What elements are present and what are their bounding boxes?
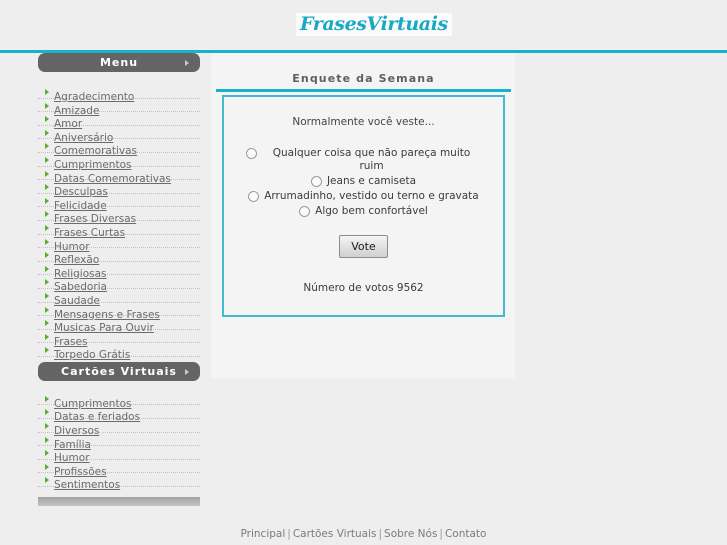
radio-button-icon[interactable] (248, 191, 260, 202)
arrow-right-icon (45, 347, 49, 354)
sidebar-item-cumprimentos[interactable]: Cumprimentos (38, 153, 200, 171)
arrow-right-icon (45, 156, 49, 163)
sidebar-item-sabedoria[interactable]: Sabedoria (38, 275, 200, 293)
arrow-right-icon (45, 279, 49, 286)
sidebar-item-felicidade[interactable]: Felicidade (38, 194, 200, 212)
sidebar-item-mensagens-e-frases[interactable]: Mensagens e Frases (38, 303, 200, 321)
sidebar-item-musicas-para-ouvir[interactable]: Musicas Para Ouvir (38, 316, 200, 334)
arrow-right-icon (45, 211, 49, 218)
site-logo[interactable]: FrasesVirtuais (296, 13, 452, 36)
sidebar-item-frases-curtas[interactable]: Frases Curtas (38, 221, 200, 239)
arrow-right-icon (45, 224, 49, 231)
sidebar-item-cumprimentos[interactable]: Cumprimentos (38, 392, 200, 410)
sidebar-header-cards-label: Cartões Virtuais (61, 364, 177, 378)
sidebar-item-humor[interactable]: Humor (38, 235, 200, 253)
arrow-right-icon (45, 265, 49, 272)
poll-box: Normalmente você veste... Qualquer coisa… (222, 95, 505, 317)
sidebar-item-desculpas[interactable]: Desculpas (38, 180, 200, 198)
poll-option-label: Jeans e camiseta (326, 175, 417, 187)
arrow-right-icon (45, 320, 49, 327)
sidebar-item-torpedo-gr-tis[interactable]: Torpedo Grátis (38, 343, 200, 361)
chevron-right-icon (185, 60, 189, 66)
sidebar-item-frases-diversas[interactable]: Frases Diversas (38, 207, 200, 225)
poll-option-row[interactable]: Qualquer coisa que não pareça muito ruim (224, 147, 503, 173)
arrow-right-icon (45, 184, 49, 191)
sidebar-menu-list: Agradecimento Amizade Amor Aniversário Comem… (38, 85, 200, 361)
vote-button[interactable]: Vote (339, 235, 388, 258)
poll-option-row[interactable]: Arrumadinho, vestido ou terno e gravata (224, 190, 503, 203)
arrow-right-icon (45, 477, 49, 484)
content-panel: Enquete da Semana Normalmente você veste… (211, 53, 515, 378)
arrow-right-icon (45, 450, 49, 457)
arrow-right-icon (45, 292, 49, 299)
footer-separator: | (439, 528, 443, 540)
arrow-right-icon (45, 423, 49, 430)
radio-button-icon[interactable] (310, 176, 322, 187)
sidebar-item-datas-e-feriados[interactable]: Datas e feriados (38, 405, 200, 423)
sidebar-item-agradecimento[interactable]: Agradecimento (38, 85, 200, 103)
poll-option-row[interactable]: Algo bem confortável (224, 205, 503, 218)
poll-vote-count: Número de votos 9562 (303, 282, 424, 294)
sidebar-item-datas-comemorativas[interactable]: Datas Comemorativas (38, 167, 200, 185)
arrow-right-icon (45, 102, 49, 109)
radio-button-icon[interactable] (246, 148, 257, 159)
arrow-right-icon (45, 116, 49, 123)
main-wrapper: Menu Agradecimento Amizade Amor Aniversário… (0, 53, 727, 513)
sidebar-item-amizade[interactable]: Amizade (38, 99, 200, 117)
radio-button-icon[interactable] (299, 206, 311, 217)
arrow-right-icon (45, 463, 49, 470)
poll-option-label: Algo bem confortável (315, 205, 428, 217)
arrow-right-icon (45, 252, 49, 259)
sidebar-header-menu[interactable]: Menu (38, 53, 200, 72)
arrow-right-icon (45, 89, 49, 95)
sidebar-item-fam-lia[interactable]: Família (38, 433, 200, 451)
sidebar-item-label: Sentimentos (54, 479, 121, 492)
site-logo-text: FrasesVirtuais (300, 13, 448, 35)
poll-option-row[interactable]: Jeans e camiseta (224, 175, 503, 188)
footer-link-contato[interactable]: Contato (445, 528, 487, 540)
sidebar-header-menu-label: Menu (99, 56, 139, 69)
footer-separator: | (287, 528, 291, 540)
sidebar-item-label: Torpedo Grátis (54, 349, 131, 362)
footer-link-cart-es-virtuais[interactable]: Cartões Virtuais (293, 528, 377, 540)
arrow-right-icon (45, 333, 49, 340)
arrow-right-icon (45, 129, 49, 136)
sidebar-item-frases[interactable]: Frases (38, 330, 200, 348)
poll-option-label: Qualquer coisa que não pareça muito ruim (272, 147, 471, 172)
footer-link-sobre-n-s[interactable]: Sobre Nós (384, 528, 437, 540)
sidebar-item-diversos[interactable]: Diversos (38, 419, 200, 437)
sidebar-item-religiosas[interactable]: Religiosas (38, 262, 200, 280)
arrow-right-icon (45, 143, 49, 150)
footer-separator: | (378, 528, 383, 540)
sidebar: Menu Agradecimento Amizade Amor Aniversário… (38, 53, 200, 507)
arrow-right-icon (45, 409, 49, 416)
poll-option-label: Arrumadinho, vestido ou terno e gravata (264, 190, 479, 202)
sidebar-item-profiss-es[interactable]: Profissões (38, 460, 200, 478)
arrow-right-icon (45, 436, 49, 443)
sidebar-item-reflex-o[interactable]: Reflexão (38, 248, 200, 266)
sidebar-item-humor[interactable]: Humor (38, 446, 200, 464)
footer-link-principal[interactable]: Principal (241, 528, 286, 540)
arrow-right-icon (45, 197, 49, 204)
chevron-right-icon (185, 368, 189, 375)
sidebar-item-amor[interactable]: Amor (38, 112, 200, 130)
site-footer: Principal | Cartões Virtuais | Sobre Nós | Con… (0, 528, 727, 540)
sidebar-header-cards[interactable]: Cartões Virtuais (38, 361, 200, 381)
sidebar-cards-list: Cumprimentos Datas e feriados Diversos Famí… (38, 392, 200, 491)
arrow-right-icon (45, 395, 49, 402)
poll-options: Qualquer coisa que não pareça muito ruim… (224, 147, 503, 218)
arrow-right-icon (45, 238, 49, 245)
sidebar-item-saudade[interactable]: Saudade (38, 289, 200, 307)
sidebar-item-anivers-rio[interactable]: Aniversário (38, 126, 200, 144)
arrow-right-icon (45, 306, 49, 313)
site-header: FrasesVirtuais (0, 0, 727, 51)
sidebar-item-sentimentos[interactable]: Sentimentos (38, 473, 200, 491)
page-root: FrasesVirtuais Menu Agradecimento Amizade… (0, 0, 727, 545)
poll-title: Enquete da Semana (216, 72, 511, 92)
vote-button-wrap: Vote (224, 235, 503, 258)
arrow-right-icon (45, 170, 49, 177)
poll-question: Normalmente você veste... (292, 116, 435, 128)
sidebar-bottom-bar (38, 497, 200, 507)
sidebar-item-comemorativas[interactable]: Comemorativas (38, 139, 200, 157)
